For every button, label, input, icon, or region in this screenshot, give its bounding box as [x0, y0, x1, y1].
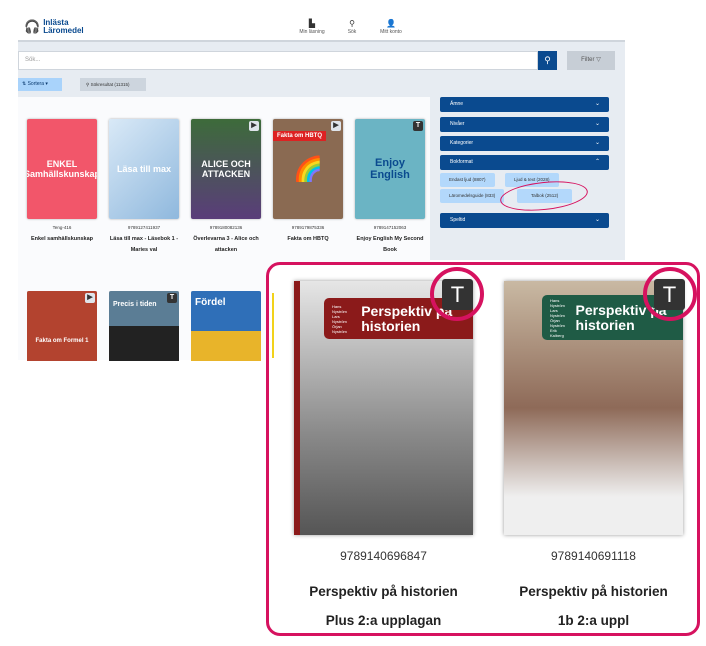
sort-icon: ⇅ — [22, 81, 27, 87]
book-cover: Fakta om Formel 1 ▶ — [27, 291, 97, 361]
chevron-down-icon: ⌄ — [594, 217, 600, 223]
search-results-chip[interactable]: ⚲ Sökresultat (11315) — [80, 78, 146, 91]
filter-speltid[interactable]: Speltid ⌄ — [440, 213, 609, 228]
filter-nivaer[interactable]: Nivåer ⌄ — [440, 117, 609, 132]
book-cover: Fördel — [191, 291, 261, 361]
talbok-icon: T — [167, 293, 177, 303]
book-card[interactable]: Fakta om HBTQ 🌈 ▶ 9789179875336 Fakta om HBT… — [273, 119, 343, 245]
book-card[interactable]: ALICE OCH ATTACKEN ▶ 9789180082136 Överleva… — [191, 119, 261, 256]
search-input[interactable]: Sök... — [18, 51, 538, 70]
book-card[interactable]: ENKEL Samhällskunskap Teng-416 Enkel samhä… — [27, 119, 97, 245]
chevron-down-icon: ⌄ — [594, 121, 600, 127]
search-icon: ⚲ — [86, 82, 90, 87]
chevron-down-icon: ⌄ — [594, 101, 600, 107]
audio-icon: ▶ — [249, 121, 259, 131]
book-cover: ALICE OCH ATTACKEN ▶ — [191, 119, 261, 219]
book-cover: Enjoy English T — [355, 119, 425, 219]
book-card[interactable]: Enjoy English T 9789147152063 Enjoy English… — [355, 119, 425, 256]
book-cover: Fakta om HBTQ 🌈 ▶ — [273, 119, 343, 219]
sort-button[interactable]: ⇅ Sortera ▾ — [18, 78, 62, 91]
book-card[interactable]: Precis i tiden T — [109, 291, 179, 361]
books-icon: ▙ — [308, 19, 316, 28]
divider — [272, 293, 274, 358]
logo[interactable]: 🎧 Inlästa Läromedel — [24, 19, 84, 35]
audio-icon: ▶ — [331, 121, 341, 131]
filter-bokformat[interactable]: Bokformat ⌃ — [440, 155, 609, 170]
nav-sok[interactable]: ⚲ Sök — [332, 19, 372, 35]
highlight-book-card[interactable]: Hans Nyström Lars Nyström Örjan Nyström … — [294, 281, 473, 635]
audio-icon: ▶ — [85, 293, 95, 303]
nav-min-lasning[interactable]: ▙ Min läsning — [292, 19, 332, 35]
filter-kategorier[interactable]: Kategorier ⌄ — [440, 136, 609, 151]
book-cover: ENKEL Samhällskunskap — [27, 119, 97, 219]
chevron-down-icon: ⌄ — [594, 140, 600, 146]
search-icon: ⚲ — [544, 55, 551, 65]
filter-amne[interactable]: Ämne ⌄ — [440, 97, 609, 112]
chevron-up-icon: ⌃ — [594, 159, 600, 165]
book-cover: Precis i tiden T — [109, 291, 179, 361]
filter-button[interactable]: Filter ▽ — [567, 51, 615, 70]
top-header: 🎧 Inlästa Läromedel ▙ Min läsning ⚲ Sök 👤 Mi… — [18, 15, 625, 42]
book-card[interactable]: Fakta om Formel 1 ▶ — [27, 291, 97, 361]
highlight-circle — [430, 267, 484, 321]
book-cover: Hans Nyström Lars Nyström Örjan Nyström … — [504, 281, 683, 535]
chip-laromedelsguide[interactable]: Läromedelsguide (833) — [440, 189, 505, 203]
highlight-circle — [643, 267, 697, 321]
headphones-icon: 🎧 — [24, 19, 41, 34]
book-cover: Läsa till max — [109, 119, 179, 219]
nav-mitt-konto[interactable]: 👤 Mitt konto — [371, 19, 411, 35]
chip-endast-ljud[interactable]: Endast ljud (8807) — [440, 173, 495, 187]
search-icon: ⚲ — [349, 19, 355, 28]
user-icon: 👤 — [386, 19, 396, 28]
book-card[interactable]: Fördel — [191, 291, 261, 361]
talbok-icon: T — [413, 121, 423, 131]
book-card[interactable]: Läsa till max 9789127411937 Läsa till max … — [109, 119, 179, 256]
highlight-book-card[interactable]: Hans Nyström Lars Nyström Örjan Nyström … — [504, 281, 683, 635]
filter-icon: ▽ — [596, 57, 601, 63]
search-button[interactable]: ⚲ — [538, 51, 557, 70]
